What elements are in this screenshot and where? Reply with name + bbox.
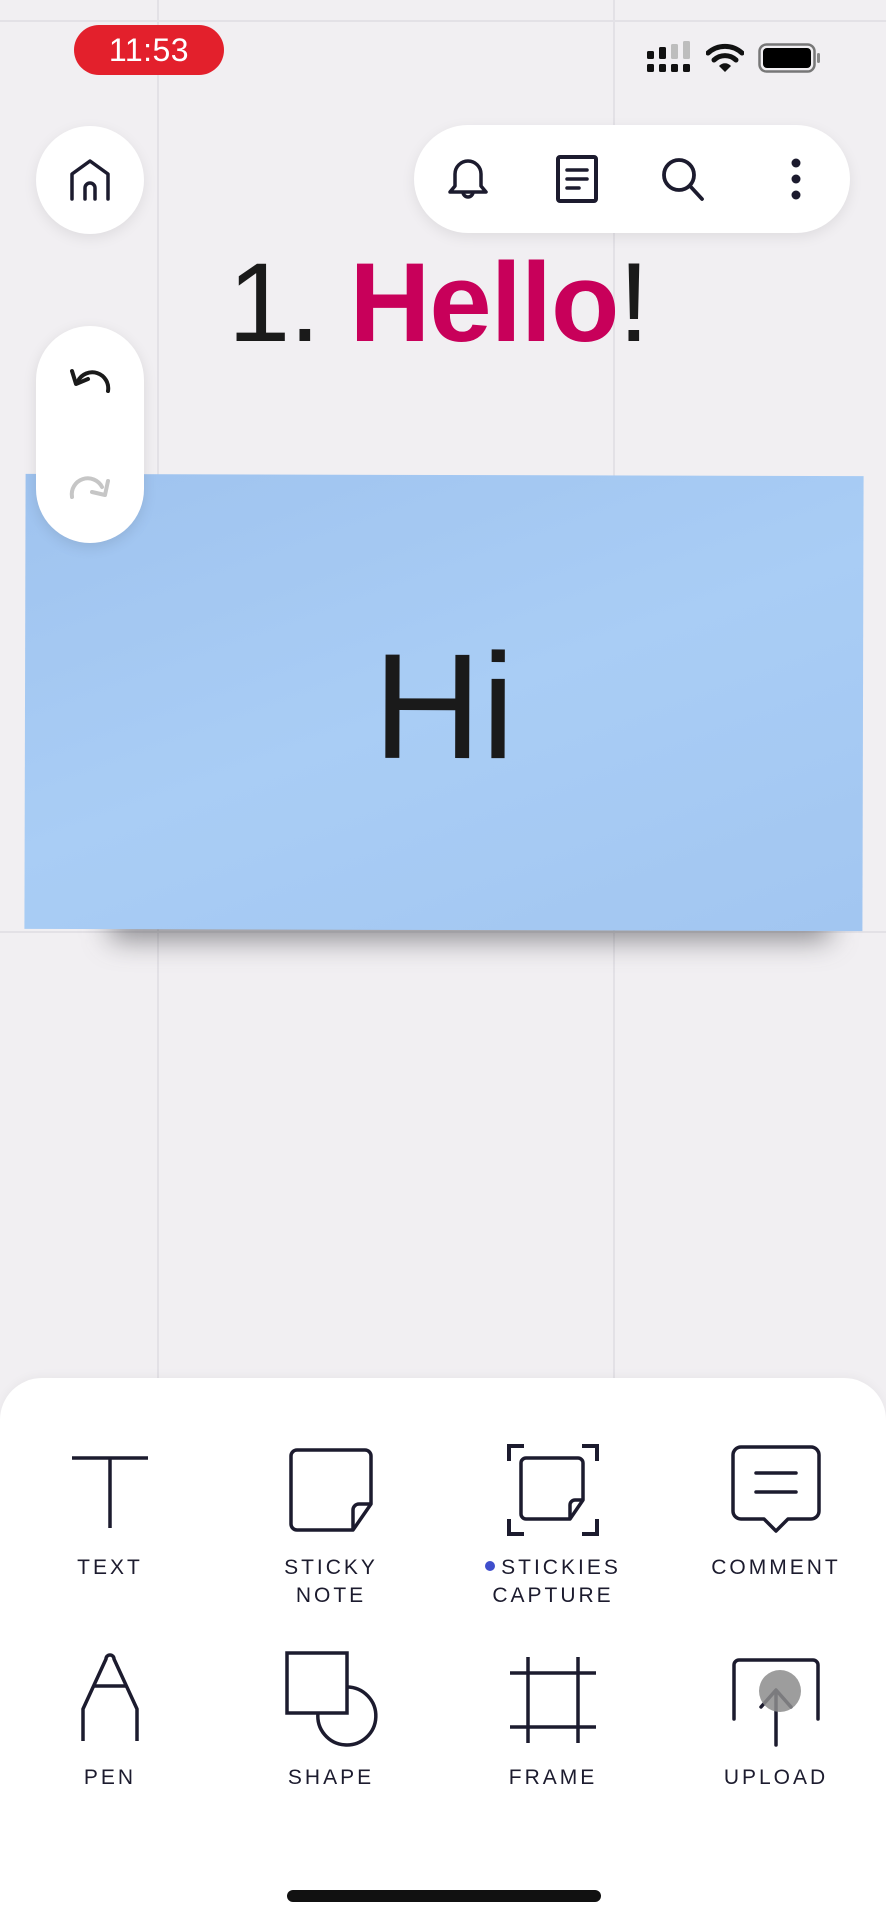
tool-label: STICKY NOTE bbox=[284, 1556, 378, 1607]
pen-icon bbox=[60, 1650, 160, 1750]
document-icon bbox=[555, 154, 599, 204]
frame-icon bbox=[503, 1650, 603, 1750]
tool-label-text: STICKIES CAPTURE bbox=[492, 1556, 621, 1607]
more-vertical-icon bbox=[789, 157, 803, 201]
tool-label: PEN bbox=[83, 1766, 137, 1789]
shape-icon bbox=[281, 1650, 381, 1750]
battery-icon bbox=[758, 43, 822, 73]
status-icons bbox=[646, 40, 822, 76]
home-button[interactable] bbox=[36, 126, 144, 234]
heading-punctuation: ! bbox=[618, 240, 649, 365]
undo-button[interactable] bbox=[60, 350, 120, 410]
tool-pen[interactable]: PEN bbox=[10, 1650, 210, 1792]
home-icon bbox=[67, 157, 113, 203]
heading-word: Hello bbox=[349, 240, 620, 365]
redo-icon bbox=[68, 475, 112, 505]
tool-label: COMMENT bbox=[711, 1556, 841, 1579]
grid-line bbox=[0, 20, 886, 22]
tool-label: SHAPE bbox=[287, 1766, 375, 1789]
wifi-icon bbox=[706, 43, 744, 73]
sticky-note[interactable]: Hi bbox=[24, 473, 864, 932]
tool-stickies-capture[interactable]: STICKIES CAPTURE bbox=[453, 1440, 653, 1610]
tool-comment[interactable]: COMMENT bbox=[676, 1440, 876, 1582]
redo-button[interactable] bbox=[60, 460, 120, 520]
stickies-capture-icon bbox=[503, 1440, 603, 1540]
search-button[interactable] bbox=[653, 149, 713, 209]
tool-label: UPLOAD bbox=[723, 1766, 829, 1789]
tool-sticky-note[interactable]: STICKY NOTE bbox=[231, 1440, 431, 1610]
search-icon bbox=[659, 155, 707, 203]
tool-upload[interactable]: UPLOAD bbox=[676, 1650, 876, 1792]
tools-sheet: TEXT STICKY NOTE STICKIES CAPTURE COMMEN… bbox=[0, 1378, 886, 1920]
text-icon bbox=[60, 1440, 160, 1540]
undo-icon bbox=[68, 365, 112, 395]
notifications-button[interactable] bbox=[438, 149, 498, 209]
tool-frame[interactable]: FRAME bbox=[453, 1650, 653, 1792]
touch-indicator bbox=[759, 1670, 801, 1712]
tool-label: TEXT bbox=[77, 1556, 143, 1579]
top-toolbar bbox=[414, 125, 850, 233]
tool-label: FRAME bbox=[508, 1766, 598, 1789]
tool-shape[interactable]: SHAPE bbox=[231, 1650, 431, 1792]
sticky-note-icon bbox=[281, 1440, 381, 1540]
canvas-heading[interactable]: 1. Hello! bbox=[228, 238, 649, 368]
heading-number: 1. bbox=[228, 240, 350, 365]
signal-icon bbox=[646, 41, 692, 75]
upload-icon bbox=[726, 1650, 826, 1750]
board-notes-button[interactable] bbox=[547, 149, 607, 209]
home-indicator[interactable] bbox=[287, 1890, 601, 1902]
comment-icon bbox=[726, 1440, 826, 1540]
tool-label: STICKIES CAPTURE bbox=[485, 1554, 621, 1610]
bell-icon bbox=[445, 154, 491, 204]
status-time: 11:53 bbox=[74, 25, 224, 75]
tool-text[interactable]: TEXT bbox=[10, 1440, 210, 1582]
new-feature-dot bbox=[485, 1561, 496, 1571]
sticky-note-text: Hi bbox=[372, 621, 516, 791]
history-controls bbox=[36, 326, 144, 543]
more-button[interactable] bbox=[766, 149, 826, 209]
